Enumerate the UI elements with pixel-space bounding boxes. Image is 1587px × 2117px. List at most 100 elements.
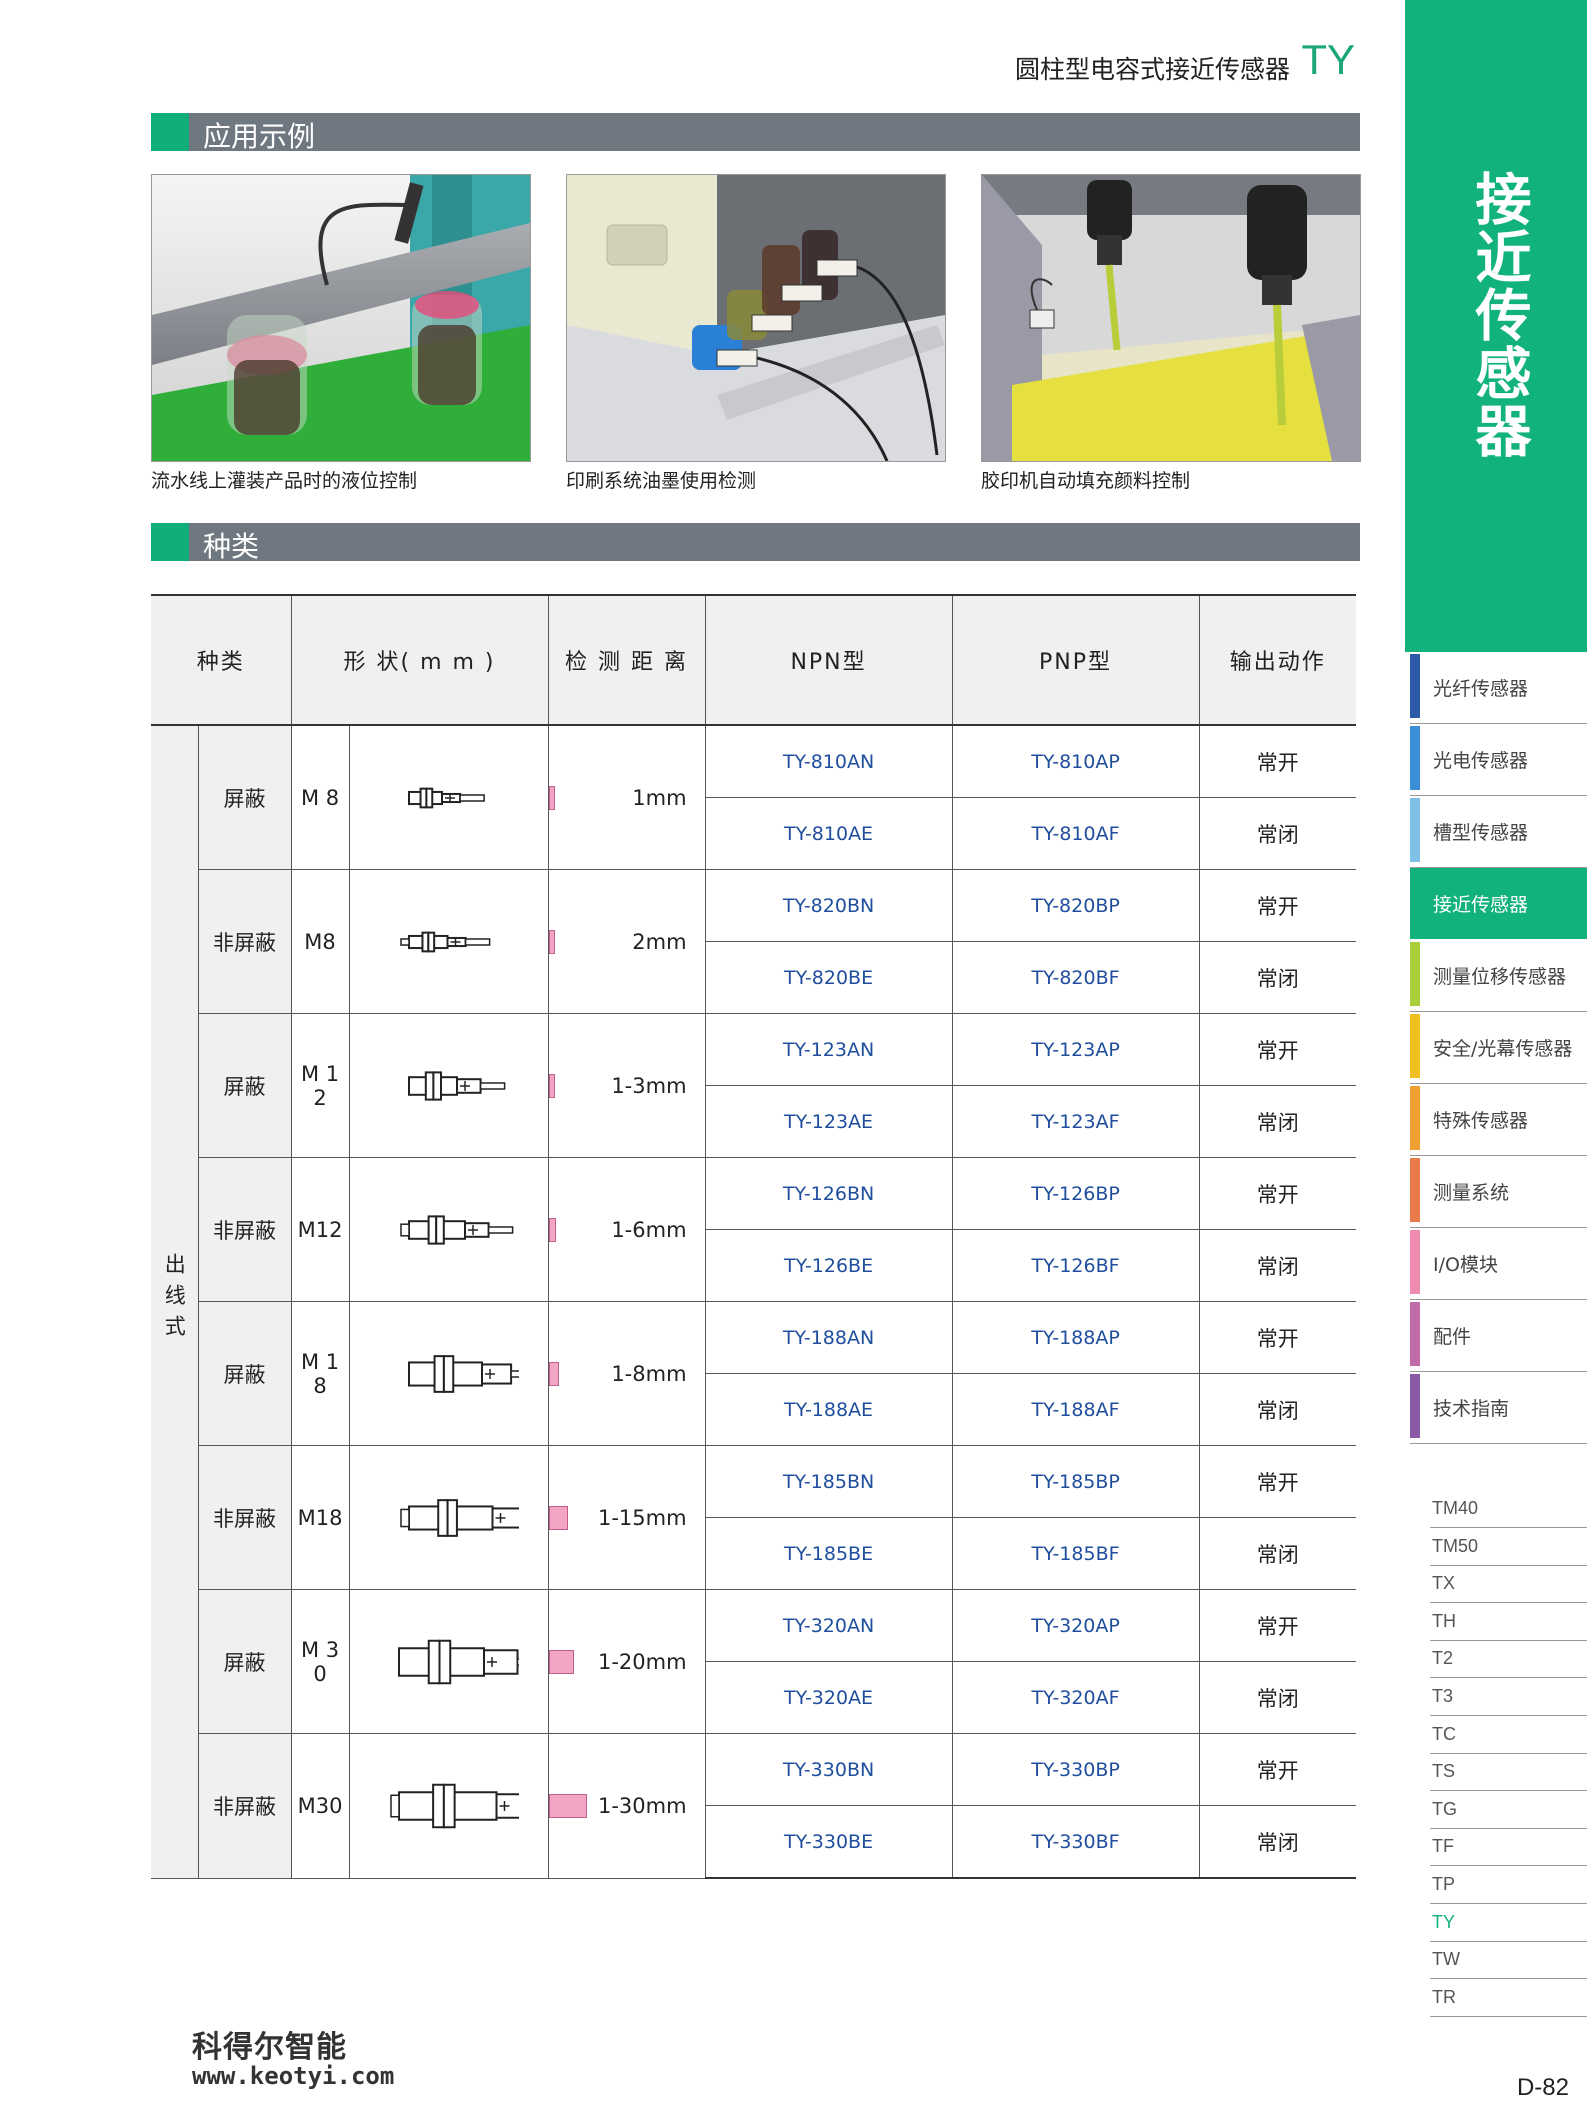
npn-model-cell: TY-330BN [705, 1733, 953, 1806]
distance-cell: 2mm [548, 869, 706, 1014]
npn-model-cell: TY-820BN [705, 869, 953, 942]
distance-cell: 1-20mm [548, 1589, 706, 1734]
types-table: 种类 形 状( m m ) 检 测 距 离 NPN型 PNP型 输出动作 出线式… [151, 594, 1357, 1879]
distance-cell: 1mm [548, 725, 706, 870]
pnp-model-cell: TY-810AF [952, 797, 1200, 870]
sidebar-nav-item[interactable]: 光纤传感器 [1410, 652, 1587, 724]
sidebar-series-item[interactable]: TY [1430, 1904, 1587, 1942]
thread-size-cell: M18 [291, 1445, 350, 1590]
nav-item-label: 槽型传感器 [1433, 822, 1529, 844]
series-label: TY [1432, 1911, 1456, 1932]
output-action-cell: 常开 [1199, 1157, 1357, 1230]
sidebar-series-item[interactable]: TM40 [1430, 1490, 1587, 1528]
sidebar-series-item[interactable]: TM50 [1430, 1528, 1587, 1566]
output-action-cell: 常开 [1199, 725, 1357, 798]
sidebar-series-item[interactable]: T3 [1430, 1678, 1587, 1716]
thread-size-cell: M 1 2 [291, 1013, 350, 1158]
group-label: 出线式 [162, 1252, 187, 1346]
shape-drawing-cell [349, 1445, 549, 1590]
nav-item-label: 光电传感器 [1433, 750, 1529, 772]
output-action-cell: 常闭 [1199, 941, 1357, 1014]
npn-model-cell: TY-820BE [705, 941, 953, 1014]
sidebar-nav-item[interactable]: 接近传感器 [1410, 868, 1587, 939]
nav-item-label: 测量系统 [1433, 1182, 1510, 1204]
application-caption-2: 印刷系统油墨使用检测 [566, 470, 757, 492]
series-label: TF [1432, 1836, 1454, 1857]
distance-text: 1-8mm [611, 1361, 687, 1386]
sidebar-series-item[interactable]: TS [1430, 1753, 1587, 1792]
sensor-shape-icon [350, 902, 548, 982]
page-header-title: 圆柱型电容式接近传感器 [1014, 55, 1290, 84]
sidebar-nav-item[interactable]: 安全/光幕传感器 [1410, 1012, 1587, 1084]
pnp-model-cell: TY-320AP [952, 1589, 1200, 1662]
distance-bar [548, 1505, 568, 1530]
shape-drawing-cell [349, 1589, 549, 1734]
distance-cell: 1-3mm [548, 1013, 706, 1158]
distance-cell: 1-30mm [548, 1733, 706, 1879]
npn-model-cell: TY-185BE [705, 1517, 953, 1590]
pnp-model-cell: TY-330BF [952, 1805, 1200, 1879]
sidebar-series-item[interactable]: TW [1430, 1941, 1587, 1980]
sidebar-nav-item[interactable]: 测量位移传感器 [1410, 940, 1587, 1012]
sidebar-series-item[interactable]: TC [1430, 1716, 1587, 1754]
sensor-shape-icon [350, 1622, 548, 1702]
sidebar-nav-item[interactable]: I/O模块 [1410, 1228, 1587, 1300]
sidebar-nav-item[interactable]: 特殊传感器 [1410, 1084, 1587, 1156]
sidebar-series-item[interactable]: T2 [1430, 1640, 1587, 1679]
table-row: 屏蔽 M 1 2 1-3mm TY-123AN TY-123AP 常开 [151, 1013, 1357, 1158]
nav-color-stripe [1410, 654, 1420, 718]
nav-item-label: 测量位移传感器 [1433, 966, 1567, 988]
npn-model-cell: TY-185BN [705, 1445, 953, 1518]
brand-url: www.keotyi.com [192, 2062, 395, 2090]
sidebar-nav-item[interactable]: 技术指南 [1410, 1372, 1587, 1444]
sidebar-series-item[interactable]: TP [1430, 1866, 1587, 1904]
distance-bar [548, 785, 555, 810]
brand-logo-text: 科得尔智能 [192, 2030, 347, 2065]
sidebar-title: 接近传感器 [1466, 170, 1531, 460]
shape-drawing-cell [349, 725, 549, 870]
table-row: 屏蔽 M 3 0 1-20mm TY-320AN TY-320AP 常开 [151, 1589, 1357, 1734]
distance-text: 1-15mm [597, 1505, 687, 1530]
sidebar-series-item[interactable]: TG [1430, 1791, 1587, 1829]
npn-model-cell: TY-123AE [705, 1085, 953, 1158]
npn-model-cell: TY-810AE [705, 797, 953, 870]
output-action-cell: 常开 [1199, 869, 1357, 942]
sidebar-series-item[interactable]: TX [1430, 1565, 1587, 1604]
sidebar-series-item[interactable]: TH [1430, 1603, 1587, 1641]
shield-type-cell: 屏蔽 [198, 1301, 292, 1446]
npn-model-cell: TY-126BE [705, 1229, 953, 1302]
output-action-cell: 常闭 [1199, 1373, 1357, 1446]
series-label: T2 [1432, 1648, 1454, 1669]
sidebar-series-item[interactable]: TF [1430, 1828, 1587, 1867]
shield-type-cell: 非屏蔽 [198, 1733, 292, 1879]
pnp-model-cell: TY-188AF [952, 1373, 1200, 1446]
nav-item-label: 光纤传感器 [1433, 678, 1529, 700]
sidebar-nav-item[interactable]: 测量系统 [1410, 1156, 1587, 1228]
shield-type-cell: 屏蔽 [198, 725, 292, 870]
series-label: TC [1432, 1723, 1456, 1744]
nav-item-label: 配件 [1433, 1326, 1472, 1348]
nav-color-stripe [1410, 1302, 1420, 1366]
sidebar-nav-item[interactable]: 光电传感器 [1410, 724, 1587, 796]
header-distance: 检 测 距 离 [548, 594, 706, 726]
sidebar-series-item[interactable]: TR [1430, 1979, 1587, 2017]
series-label: TW [1432, 1949, 1460, 1970]
shield-type-cell: 屏蔽 [198, 1013, 292, 1158]
npn-model-cell: TY-126BN [705, 1157, 953, 1230]
series-label: TG [1432, 1798, 1457, 1819]
sensor-shape-icon [350, 1766, 548, 1846]
sidebar-nav-item[interactable]: 配件 [1410, 1300, 1587, 1372]
nav-color-stripe [1410, 1230, 1420, 1294]
npn-model-cell: TY-123AN [705, 1013, 953, 1086]
application-caption-3: 胶印机自动填充颜料控制 [981, 470, 1191, 492]
table-row: 非屏蔽 M12 1-6mm TY-126BN TY-126BP 常开 [151, 1157, 1357, 1302]
npn-model-cell: TY-188AN [705, 1301, 953, 1374]
application-caption-1: 流水线上灌装产品时的液位控制 [151, 470, 418, 492]
output-action-cell: 常开 [1199, 1013, 1357, 1086]
pnp-model-cell: TY-820BF [952, 941, 1200, 1014]
pnp-model-cell: TY-123AP [952, 1013, 1200, 1086]
sidebar-nav-item[interactable]: 槽型传感器 [1410, 796, 1587, 868]
nav-color-stripe [1410, 1374, 1420, 1438]
sensor-shape-icon [350, 1478, 548, 1558]
section-title: 种类 [203, 530, 260, 563]
